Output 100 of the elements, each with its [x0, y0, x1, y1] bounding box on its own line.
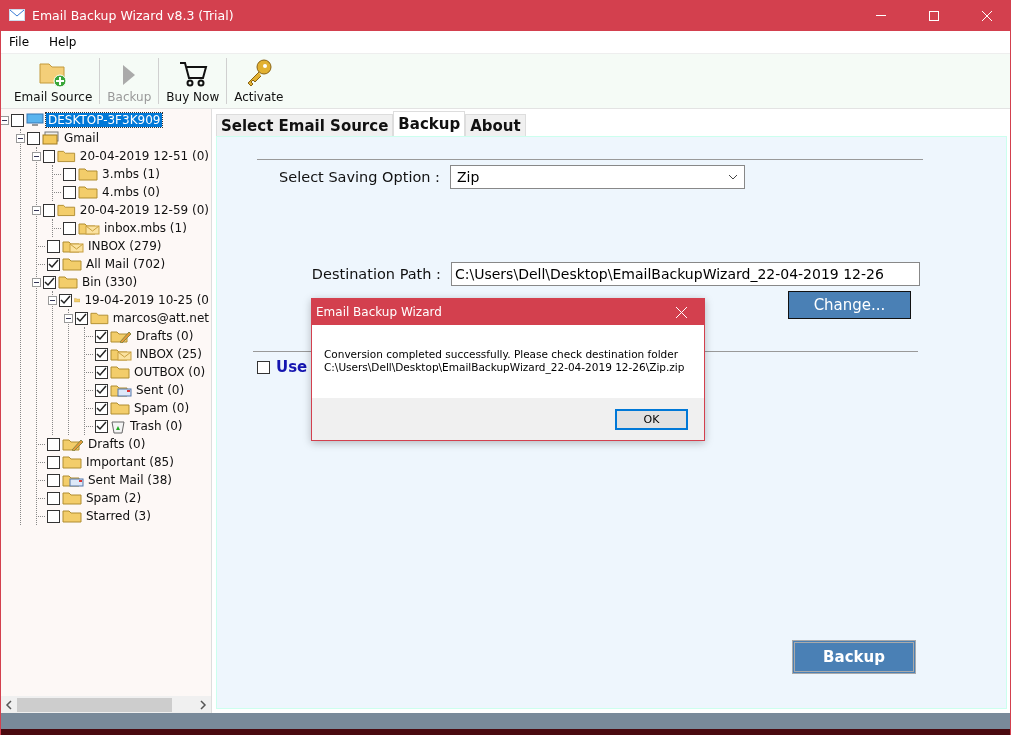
tree-item[interactable]: Sent Mail (38)	[86, 473, 174, 487]
checkbox[interactable]	[47, 455, 60, 469]
collapse-icon[interactable]	[32, 277, 41, 287]
checkbox[interactable]	[47, 437, 60, 451]
folder-icon	[90, 311, 109, 325]
folder-icon	[78, 185, 98, 199]
dialog-message: Conversion completed successfully. Please check destination folder	[324, 348, 680, 361]
dialog-title: Email Backup Wizard	[316, 305, 442, 319]
tree-item[interactable]: All Mail (702)	[84, 257, 168, 271]
checkbox[interactable]	[47, 257, 60, 271]
tree-item[interactable]: Important (85)	[84, 455, 176, 469]
drafts-folder-icon	[62, 437, 84, 451]
close-icon[interactable]	[675, 306, 687, 318]
tree-item[interactable]: DESKTOP-3F3K909	[46, 113, 163, 127]
tree-item[interactable]: marcos@att.net	[110, 311, 211, 325]
toolbar-button[interactable]: Buy Now	[159, 54, 227, 108]
chevron-down-icon	[728, 174, 738, 180]
checkbox[interactable]	[43, 149, 56, 163]
destination-path-label: Destination Path :	[310, 266, 442, 282]
collapse-icon[interactable]	[48, 295, 57, 305]
checkbox[interactable]	[11, 113, 24, 127]
toolbar-button[interactable]: Email Source	[7, 54, 100, 108]
collapse-icon[interactable]	[32, 205, 41, 215]
checkbox[interactable]	[95, 419, 108, 433]
checkbox[interactable]	[257, 360, 270, 374]
folder-icon	[110, 365, 130, 379]
checkbox[interactable]	[95, 401, 108, 415]
folder-icon	[78, 167, 98, 181]
folder-icon	[110, 401, 130, 415]
menu-item[interactable]: Help	[49, 35, 77, 49]
saving-option-dropdown[interactable]: Zip	[450, 165, 745, 189]
checkbox[interactable]	[95, 365, 108, 379]
tree-item[interactable]: 19-04-2019 10-25 (0	[82, 293, 211, 307]
collapse-icon[interactable]	[1, 115, 9, 125]
checkbox[interactable]	[75, 311, 88, 325]
tab[interactable]: About	[465, 114, 526, 136]
sent-folder-icon	[110, 383, 132, 397]
folder-icon	[62, 257, 82, 271]
tree-item[interactable]: 4.mbs (0)	[100, 185, 162, 199]
drafts-folder-icon	[110, 329, 132, 343]
tree-item[interactable]: Gmail	[62, 131, 101, 145]
tree-item[interactable]: Starred (3)	[84, 509, 153, 523]
saving-option-label: Select Saving Option :	[278, 169, 441, 185]
tree-item[interactable]: INBOX (25)	[134, 347, 204, 361]
folder-add-icon	[38, 60, 69, 88]
tree-item[interactable]: 20-04-2019 12-59 (0)	[77, 203, 211, 217]
checkbox[interactable]	[59, 293, 72, 307]
folder-icon	[57, 149, 76, 163]
envelope-icon	[9, 9, 25, 22]
toolbar-button[interactable]: Activate	[227, 54, 291, 108]
tree-item[interactable]: Sent (0)	[134, 383, 187, 397]
checkbox[interactable]	[63, 185, 76, 199]
checkbox[interactable]	[27, 131, 40, 145]
close-icon[interactable]	[982, 10, 992, 21]
tree-item[interactable]: Drafts (0)	[86, 437, 148, 451]
collapse-icon[interactable]	[64, 313, 73, 323]
cart-icon	[177, 60, 208, 88]
folder-icon	[62, 455, 82, 469]
trash-icon	[110, 418, 126, 434]
checkbox[interactable]	[43, 203, 56, 217]
checkbox[interactable]	[47, 473, 60, 487]
tree-item[interactable]: Spam (0)	[132, 401, 192, 415]
checkbox[interactable]	[95, 383, 108, 397]
checkbox[interactable]	[63, 221, 76, 235]
tree-item[interactable]: Spam (2)	[84, 491, 144, 505]
backup-button[interactable]: Backup	[792, 640, 916, 674]
window-title: Email Backup Wizard v8.3 (Trial)	[32, 8, 235, 23]
folder-icon	[58, 275, 78, 289]
collapse-icon[interactable]	[16, 133, 25, 143]
checkbox[interactable]	[95, 329, 108, 343]
menu-item[interactable]: File	[9, 35, 30, 49]
dialog-path: C:\Users\Dell\Desktop\EmailBackupWizard_22-04-2019 12-26\Zip.zip	[324, 361, 686, 374]
sent-folder-icon	[62, 473, 84, 487]
tree-item[interactable]: inbox.mbs (1)	[102, 221, 189, 235]
destination-path-field[interactable]: C:\Users\Dell\Desktop\EmailBackupWizard_22-04-2019 12-26	[451, 262, 920, 286]
maximize-icon[interactable]	[929, 10, 939, 21]
tab[interactable]: Backup	[393, 111, 466, 136]
checkbox[interactable]	[47, 239, 60, 253]
mail-folder-icon	[110, 347, 132, 361]
checkbox[interactable]	[47, 509, 60, 523]
checkbox[interactable]	[63, 167, 76, 181]
tree-item[interactable]: 20-04-2019 12-51 (0)	[77, 149, 211, 163]
tree-item[interactable]: OUTBOX (0)	[132, 365, 208, 379]
tree-item[interactable]: 3.mbs (1)	[100, 167, 162, 181]
mail-folder-icon	[62, 239, 84, 253]
tree-item[interactable]: Trash (0)	[128, 419, 185, 433]
tab[interactable]: Select Email Source	[216, 114, 394, 136]
change-button[interactable]: Change...	[788, 291, 911, 319]
horizontal-scrollbar[interactable]	[1, 696, 211, 713]
tree-item[interactable]: Drafts (0)	[134, 329, 196, 343]
checkbox[interactable]	[43, 275, 56, 289]
checkbox[interactable]	[47, 491, 60, 505]
mail-folder-icon	[78, 221, 100, 235]
tree-item[interactable]: Bin (330)	[80, 275, 140, 289]
tree-item[interactable]: INBOX (279)	[86, 239, 164, 253]
mail-stack-icon	[42, 131, 60, 145]
checkbox[interactable]	[95, 347, 108, 361]
ok-button[interactable]: OK	[615, 408, 688, 430]
collapse-icon[interactable]	[32, 151, 41, 161]
folder-icon	[62, 491, 82, 505]
